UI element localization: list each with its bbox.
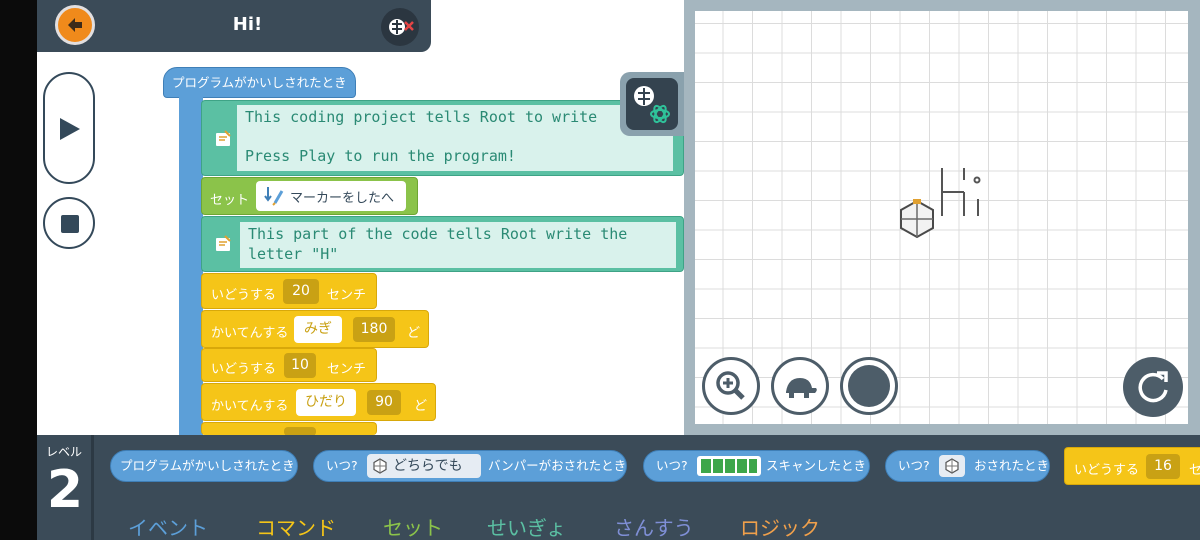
- robot-icon: [373, 458, 387, 474]
- palette-pressed-event[interactable]: いつ? おされたとき: [885, 450, 1050, 482]
- robot-connect-button[interactable]: [620, 72, 684, 136]
- note-icon: [216, 235, 231, 251]
- category-set[interactable]: セット: [383, 512, 443, 541]
- bumper-event-label: バンパーがおされたとき: [488, 458, 627, 473]
- speed-button[interactable]: [771, 357, 829, 415]
- move-label: いどうする: [211, 288, 277, 303]
- turtle-icon: [786, 378, 817, 398]
- direction-select[interactable]: ひだり: [296, 389, 356, 416]
- color-scan-select[interactable]: [697, 456, 761, 476]
- degree-label: ど: [407, 326, 421, 341]
- set-label: セット: [210, 193, 250, 208]
- stop-button[interactable]: [43, 197, 95, 249]
- category-event[interactable]: イベント: [128, 512, 208, 541]
- degree-label: ど: [414, 399, 428, 414]
- palette-move-block[interactable]: いどうする 16 セ: [1064, 447, 1200, 485]
- robot-disconnect-button[interactable]: [381, 8, 419, 46]
- comment-block-2[interactable]: This part of the code tells Root write t…: [201, 216, 684, 272]
- move-label: いどうする: [1074, 463, 1140, 478]
- arrow-left-icon: [68, 18, 82, 32]
- robot-bluetooth-icon: [634, 86, 670, 124]
- pen-dot-icon: [848, 365, 890, 407]
- play-button[interactable]: [43, 72, 95, 184]
- category-math[interactable]: さんすう: [614, 512, 694, 541]
- zoom-button[interactable]: [702, 357, 760, 415]
- reset-icon: [1138, 371, 1168, 403]
- zoom-in-icon: [716, 371, 745, 400]
- move-block-2[interactable]: いどうする 10 センチ: [201, 348, 377, 382]
- pressed-event-label: おされたとき: [974, 458, 1050, 473]
- category-control[interactable]: せいぎょ: [487, 512, 566, 541]
- note-icon: [216, 130, 231, 146]
- drawing-layer: [900, 168, 981, 239]
- distance-input[interactable]: 16: [1146, 454, 1180, 479]
- move-block-3-partial[interactable]: [201, 422, 377, 436]
- level-number[interactable]: 2: [42, 460, 88, 520]
- when-label: いつ?: [898, 458, 930, 473]
- when-label: いつ?: [326, 458, 358, 473]
- unit-label: センチ: [327, 288, 367, 303]
- project-title: Hi!: [232, 14, 263, 35]
- level-divider: [91, 435, 94, 540]
- robot-sprite: [900, 199, 934, 239]
- reset-button[interactable]: [1123, 357, 1183, 417]
- move-label: いどうする: [211, 362, 277, 377]
- play-icon: [60, 118, 80, 140]
- scan-bar: [701, 459, 757, 473]
- comment-text-2[interactable]: This part of the code tells Root write t…: [240, 222, 676, 268]
- marker-select-value: マーカーをしたへ: [290, 191, 395, 206]
- drawn-path: [941, 168, 981, 216]
- unit-label: センチ: [327, 362, 367, 377]
- distance-input[interactable]: 20: [283, 279, 319, 304]
- rotate-block-1[interactable]: かいてんする みぎ 180 ど: [201, 310, 429, 348]
- when-label: いつ?: [656, 458, 688, 473]
- robot-icon: [945, 458, 959, 474]
- angle-input[interactable]: 90: [367, 390, 401, 415]
- palette-start-event[interactable]: プログラムがかいしされたとき: [110, 450, 298, 482]
- unit-label: セ: [1189, 463, 1200, 478]
- palette-scan-event[interactable]: いつ? スキャンしたとき: [643, 450, 870, 482]
- direction-select[interactable]: みぎ: [294, 316, 342, 343]
- marker-down-icon: [264, 187, 284, 206]
- rotate-label: かいてんする: [211, 326, 289, 341]
- bumper-choice: どちらでも: [393, 458, 463, 474]
- scan-event-label: スキャンしたとき: [766, 458, 867, 473]
- category-logic[interactable]: ロジック: [740, 512, 820, 541]
- palette-start-event-label: プログラムがかいしされたとき: [120, 458, 295, 473]
- stop-icon: [61, 215, 79, 233]
- rotate-block-2[interactable]: かいてんする ひだり 90 ど: [201, 383, 436, 421]
- start-event-label: プログラムがかいしされたとき: [172, 75, 347, 90]
- marker-button[interactable]: [840, 357, 898, 415]
- comment-text-1[interactable]: This coding project tells Root to write …: [237, 105, 673, 171]
- left-strip: [0, 0, 37, 540]
- comment-2-line-1: This part of the code tells Root write t…: [248, 225, 628, 243]
- distance-input[interactable]: 10: [284, 353, 316, 378]
- set-marker-block[interactable]: セット マーカーをしたへ: [201, 177, 418, 215]
- back-button[interactable]: [55, 5, 95, 45]
- comment-block-1[interactable]: This coding project tells Root to write …: [201, 100, 684, 176]
- bumper-select[interactable]: どちらでも: [367, 454, 481, 478]
- palette-bumper-event[interactable]: いつ? どちらでも バンパーがおされたとき: [313, 450, 627, 482]
- category-command[interactable]: コマンド: [256, 512, 336, 541]
- move-block-1[interactable]: いどうする 20 センチ: [201, 273, 377, 309]
- level-label: レベル: [45, 445, 82, 459]
- comment-1-line-2: Press Play to run the program!: [245, 147, 516, 165]
- comment-2-line-2: letter "H": [248, 244, 339, 263]
- robot-button-select[interactable]: [939, 455, 965, 477]
- start-event-block[interactable]: プログラムがかいしされたとき: [163, 67, 356, 98]
- comment-1-line-1: This coding project tells Root to write: [245, 108, 598, 126]
- rotate-label: かいてんする: [211, 399, 289, 414]
- drawing-canvas[interactable]: [695, 11, 1188, 424]
- robot-connect-inner: [626, 78, 678, 130]
- angle-input[interactable]: 180: [353, 317, 395, 342]
- marker-select[interactable]: マーカーをしたへ: [256, 181, 406, 211]
- event-block-body: [179, 96, 203, 441]
- robot-disconnect-icon: [389, 19, 414, 35]
